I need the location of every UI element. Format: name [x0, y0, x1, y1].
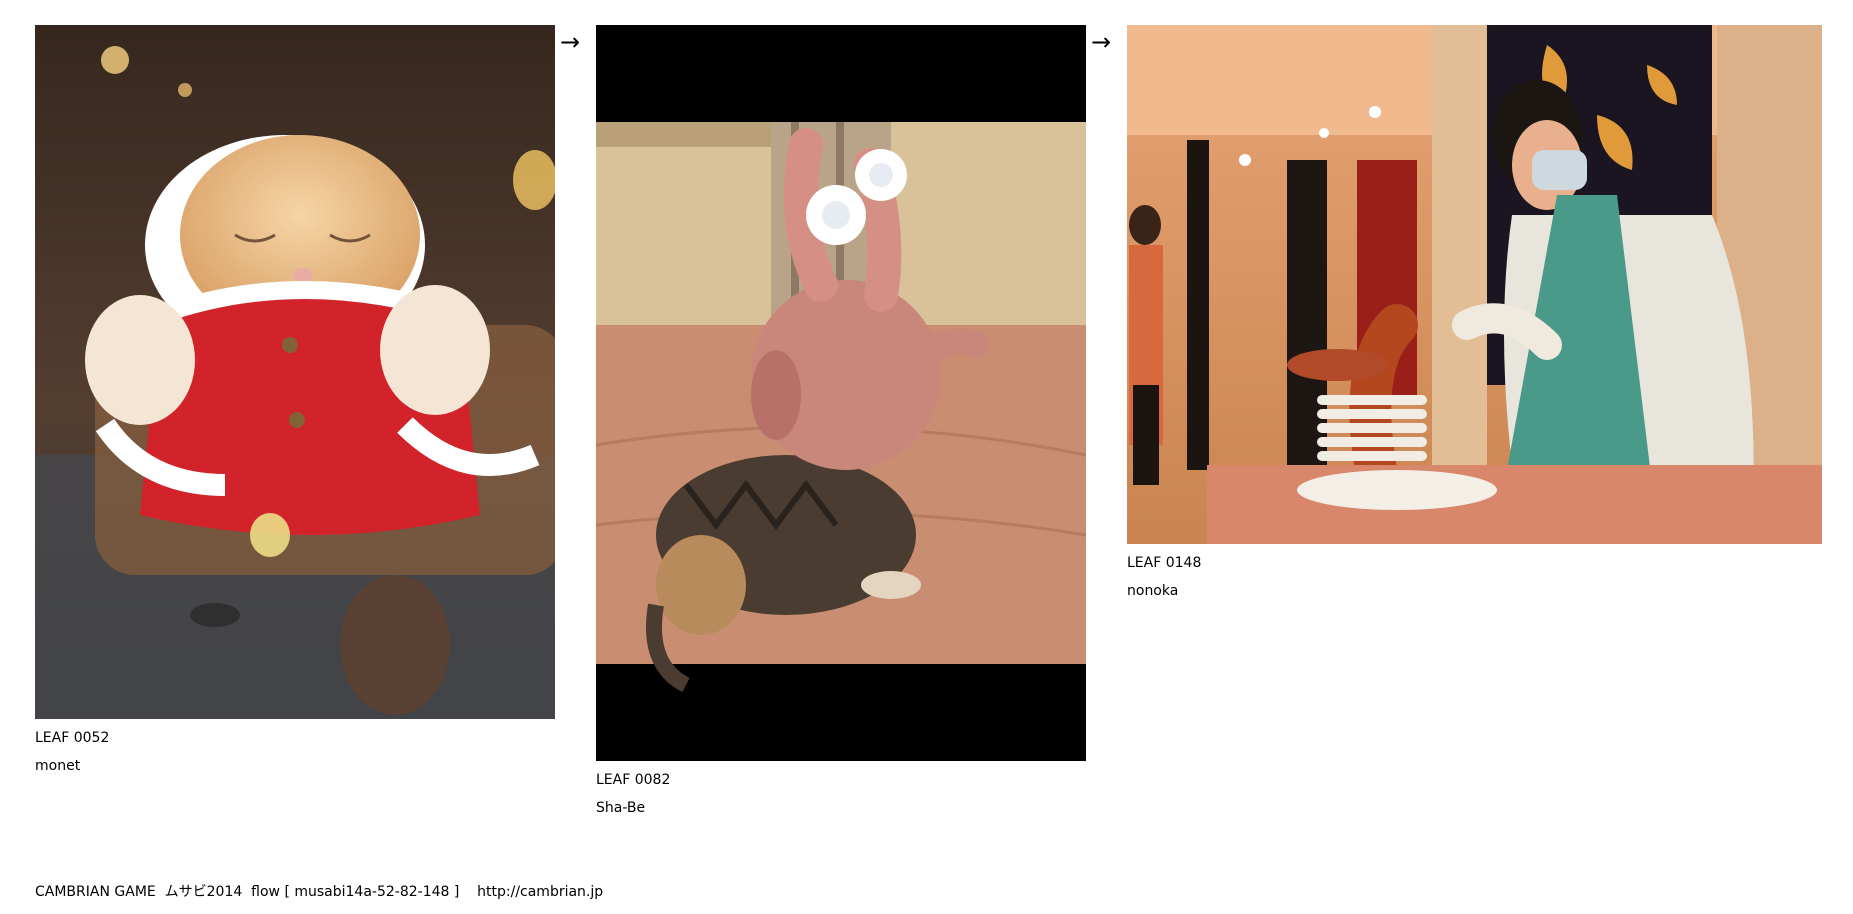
leaf-photo-cat-turkey[interactable] — [596, 25, 1086, 761]
flow-arrow-icon: → — [560, 28, 581, 56]
leaf-card-0052: LEAF 0052 monet — [35, 25, 555, 774]
leaf-author-label[interactable]: monet — [35, 758, 555, 774]
cat-turkey-image — [596, 25, 1086, 761]
carving-image — [1127, 25, 1822, 544]
leaf-photo-cat-santa[interactable] — [35, 25, 555, 719]
leaf-photo-carving[interactable] — [1127, 25, 1822, 544]
leaf-id-label: LEAF 0082 — [596, 772, 671, 788]
cat-santa-image — [35, 25, 555, 719]
leaf-card-0148: LEAF 0148 nonoka — [1127, 25, 1822, 599]
leaf-id-label: LEAF 0148 — [1127, 555, 1202, 571]
flow-arrow-icon: → — [1091, 28, 1112, 56]
leaf-author-label[interactable]: nonoka — [1127, 583, 1822, 599]
leaf-author-label[interactable]: Sha-Be — [596, 800, 1086, 816]
footer-credit: CAMBRIAN GAME ムサビ2014 flow [ musabi14a-5… — [35, 884, 604, 900]
leaf-id-label: LEAF 0052 — [35, 730, 110, 746]
leaf-card-0082: LEAF 0082 Sha-Be — [596, 25, 1086, 816]
